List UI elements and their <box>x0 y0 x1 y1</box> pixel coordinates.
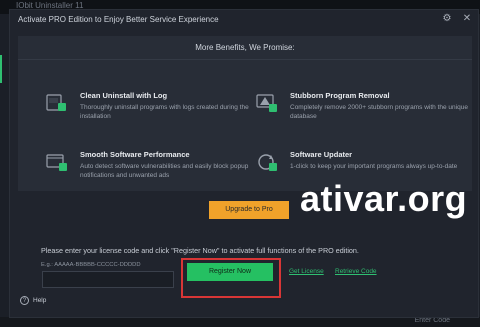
benefits-heading: More Benefits, We Promise: <box>195 43 295 52</box>
feature-title: Software Updater <box>290 150 353 159</box>
shield-window-icon <box>46 154 67 171</box>
feature-title: Stubborn Program Removal <box>290 91 390 100</box>
help-label: Help <box>33 297 47 304</box>
warning-monitor-icon <box>256 94 277 112</box>
background-footer: Enter Code <box>0 317 480 327</box>
refresh-icon <box>258 154 277 171</box>
license-example: E.g.: AAAAA-BBBBB-CCCCC-DDDDD <box>41 262 141 268</box>
retrieve-code-link[interactable]: Retrieve Code <box>335 268 377 275</box>
feature-desc: Thoroughly uninstall programs with logs … <box>80 104 249 120</box>
feature-desc: Auto detect software vulnerabilities and… <box>80 163 249 179</box>
upgrade-to-pro-button[interactable]: Upgrade to Pro <box>209 201 289 219</box>
feature-desc: 1-click to keep your important programs … <box>290 163 458 170</box>
get-license-link[interactable]: Get License <box>289 268 324 275</box>
settings-icon[interactable]: ⚙ <box>440 12 454 26</box>
feature-title: Clean Uninstall with Log <box>80 91 168 100</box>
dialog-title: Activate PRO Edition to Enjoy Better Ser… <box>18 15 219 24</box>
help-icon: ? <box>20 296 29 305</box>
register-now-button[interactable]: Register Now <box>187 263 273 281</box>
activation-dialog: Activate PRO Edition to Enjoy Better Ser… <box>9 9 479 318</box>
background-footer-text: Enter Code <box>414 317 450 324</box>
window-controls: ⚙ ✕ <box>440 12 474 26</box>
benefits-panel: More Benefits, We Promise: Clean Uninsta… <box>18 36 472 191</box>
license-code-input[interactable] <box>42 271 174 288</box>
license-instructions: Please enter your license code and click… <box>41 246 359 255</box>
close-icon[interactable]: ✕ <box>460 12 474 26</box>
feature-title: Smooth Software Performance <box>80 150 190 159</box>
watermark-text: ativar.org <box>300 178 468 219</box>
divider <box>18 59 472 60</box>
uninstall-log-icon <box>46 94 66 111</box>
help-link[interactable]: ? Help <box>20 296 46 305</box>
background-sidebar-accent <box>0 55 2 83</box>
feature-desc: Completely remove 2000+ stubborn program… <box>290 104 468 120</box>
